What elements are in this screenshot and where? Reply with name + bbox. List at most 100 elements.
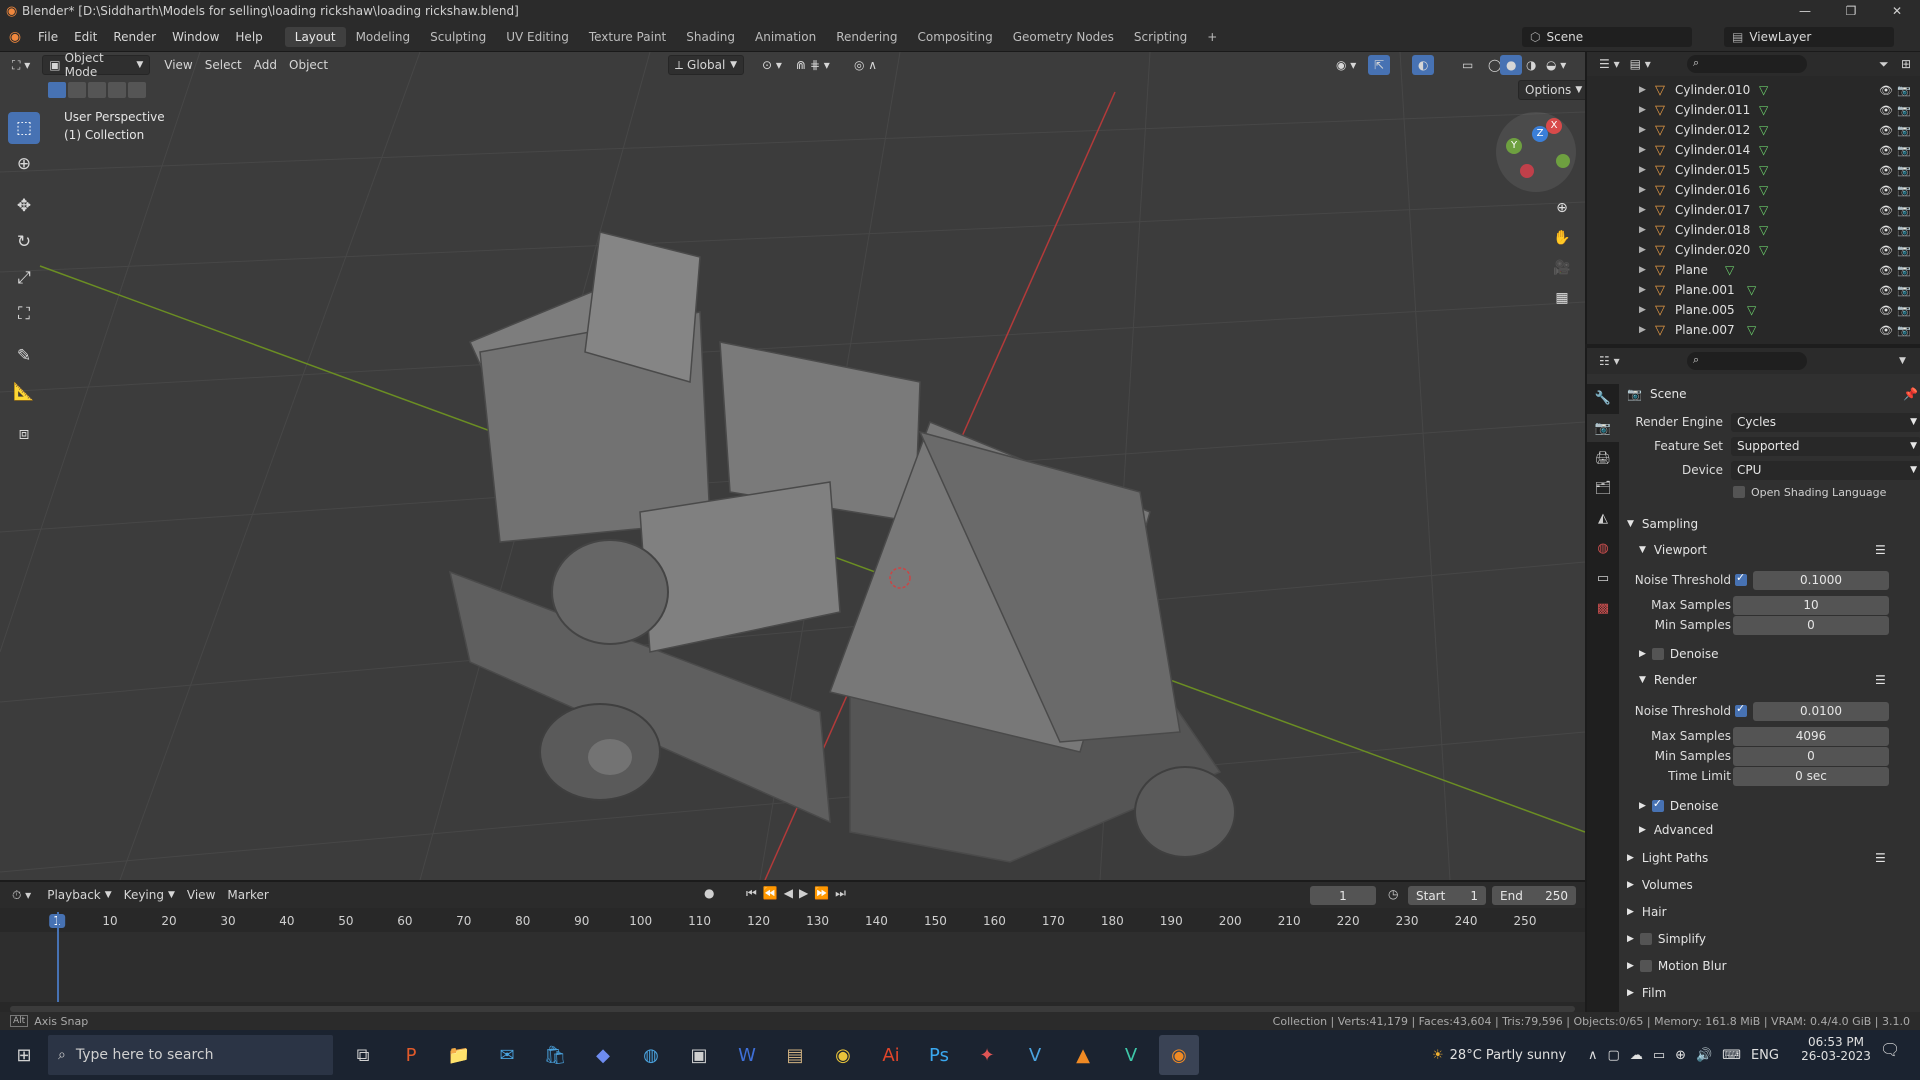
list-item[interactable]: ▶ ▽ Cylinder.015 ▽ 👁 📷 [1587,160,1920,180]
properties-search-input[interactable]: ⌕ [1687,352,1807,370]
tab-animation[interactable]: Animation [745,27,826,47]
vp-noise-checkbox[interactable] [1735,571,1747,586]
timeline-editor[interactable]: ⏱ ▾ Playback ▼ Keying ▼ View Marker ● ⏮⏪◀▶… [0,880,1585,1012]
3d-viewport[interactable]: ⛶ ▾ ▣ Object Mode ▼ View Select Add Obje… [0,52,1585,880]
tab-modeling[interactable]: Modeling [346,27,421,47]
eye-icon[interactable]: 👁 [1879,144,1893,157]
menu-add[interactable]: Add [248,55,283,75]
world-tab[interactable]: ◍ [1587,534,1619,562]
tab-shading[interactable]: Shading [676,27,745,47]
menu-help[interactable]: Help [227,30,270,44]
presets-list-icon[interactable]: ☰ [1875,543,1886,557]
r-min-field[interactable]: 0 [1733,746,1889,766]
illustrator-icon[interactable]: Ai [871,1035,911,1075]
chevron-right-icon[interactable]: ▶ [1639,205,1646,215]
close-button[interactable]: ✕ [1874,0,1920,22]
xray-toggle[interactable]: ▭ [1456,55,1479,75]
menu-playback[interactable]: Playback ▼ [41,885,117,905]
navigation-gizmo[interactable]: Z Y X [1496,112,1576,192]
filter-icon[interactable]: ⏷ [1879,57,1889,72]
osl-checkbox[interactable] [1733,486,1745,498]
eye-icon[interactable]: 👁 [1879,304,1893,317]
pivot-point-button[interactable]: ⊙ ▾ [756,55,788,75]
add-cube-tool[interactable]: ⧈ [8,418,40,450]
gizmo-toggle[interactable]: ⇱ [1368,55,1391,75]
list-item[interactable]: ▶ ▽ Plane ▽ 👁 📷 [1587,260,1920,280]
options-button[interactable]: Options ▼ [1518,80,1585,100]
vp-denoise-subpanel[interactable]: ▶ Denoise [1635,642,1919,666]
object-mode-dropdown[interactable]: ▣ Object Mode ▼ [42,52,151,79]
blender-menu-icon[interactable]: ◉ [0,29,30,45]
presets-list-icon[interactable]: ☰ [1875,673,1886,687]
gizmo-y-axis[interactable]: Y [1506,138,1522,154]
tab-layout[interactable]: Layout [284,26,346,47]
menu-file[interactable]: File [30,30,66,44]
tab-compositing[interactable]: Compositing [907,27,1002,47]
render-camera-icon[interactable]: 📷 [1897,164,1911,177]
gizmo-neg-y-axis[interactable] [1556,154,1570,168]
maximize-button[interactable]: ❐ [1828,0,1874,22]
volume-icon[interactable]: 🔊 [1696,1048,1712,1063]
menu-render[interactable]: Render [105,30,164,44]
texture-tab[interactable]: ▩ [1587,594,1619,622]
vp-min-field[interactable]: 0 [1733,615,1889,635]
tab-geometry-nodes[interactable]: Geometry Nodes [1003,27,1124,47]
r-max-field[interactable]: 4096 [1733,726,1889,746]
weather-widget[interactable]: ☀ 28°C Partly sunny [1432,1030,1566,1080]
app-v-icon[interactable]: V [1111,1035,1151,1075]
zoom-icon[interactable]: ⊕ [1548,194,1576,222]
outliner-editor-icon[interactable]: ☰ ▾ [1599,57,1620,71]
vp-max-field[interactable]: 10 [1733,595,1889,615]
vp-denoise-checkbox[interactable] [1651,648,1664,660]
r-time-field[interactable]: 0 sec [1733,766,1889,786]
display-mode-icon[interactable]: ▤ ▾ [1630,57,1651,71]
language-indicator[interactable]: ENG [1751,1048,1779,1063]
film-panel[interactable]: ▶ Film [1623,981,1919,1005]
chevron-right-icon[interactable]: ▶ [1639,305,1646,315]
eye-icon[interactable]: 👁 [1879,224,1893,237]
playhead-line[interactable] [57,912,59,1002]
app-stack-icon[interactable]: ▤ [775,1035,815,1075]
r-denoise-subpanel[interactable]: ▶ Denoise [1635,794,1919,818]
word-icon[interactable]: W [727,1035,767,1075]
cursor-tool[interactable]: ⊕ [8,148,40,180]
file-explorer-icon[interactable]: 📁 [439,1035,479,1075]
list-item[interactable]: ▶ ▽ Plane.005 ▽ 👁 📷 [1587,300,1920,320]
overlays-toggle[interactable]: ◐ [1412,55,1435,75]
properties-editor-icon[interactable]: ☷ ▾ [1599,354,1620,368]
chevron-right-icon[interactable]: ▶ [1639,105,1646,115]
render-tab[interactable]: 📷 [1587,414,1619,442]
camera-view-icon[interactable]: 🎥 [1548,254,1576,282]
eye-icon[interactable]: 👁 [1879,84,1893,97]
chevron-right-icon[interactable]: ▶ [1639,225,1646,235]
motion-blur-panel[interactable]: ▶ Motion Blur [1623,954,1919,978]
tab-sculpting[interactable]: Sculpting [420,27,496,47]
view-layer-tab[interactable]: 🗂 [1587,474,1619,502]
light-paths-panel[interactable]: ▶ Light Paths ☰ [1623,846,1919,870]
start-frame-field[interactable]: Start 1 [1408,886,1486,905]
eye-icon[interactable]: 👁 [1879,124,1893,137]
render-engine-dropdown[interactable]: Cycles ▼ [1731,412,1920,432]
list-item[interactable]: ▶ ▽ Plane.001 ▽ 👁 📷 [1587,280,1920,300]
tool-tab[interactable]: 🔧 [1587,384,1619,412]
simplify-panel[interactable]: ▶ Simplify [1623,927,1919,951]
list-item[interactable]: ▶ ▽ Cylinder.012 ▽ 👁 📷 [1587,120,1920,140]
blender-taskbar-icon[interactable]: ◉ [1159,1035,1199,1075]
new-collection-icon[interactable]: ⊞ [1901,57,1911,71]
r-noise-checkbox[interactable] [1735,702,1747,717]
render-camera-icon[interactable]: 📷 [1897,124,1911,137]
frame-ruler[interactable]: 1102030405060708090100110120130140150160… [0,912,1585,932]
chevron-right-icon[interactable]: ▶ [1639,265,1646,275]
timeline-editor-icon[interactable]: ⏱ ▾ [12,888,31,903]
move-tool[interactable]: ✥ [8,190,40,222]
notification-icon[interactable]: 🗨 [1880,1040,1900,1059]
eye-icon[interactable]: 👁 [1879,164,1893,177]
render-camera-icon[interactable]: 📷 [1897,264,1911,277]
render-camera-icon[interactable]: 📷 [1897,324,1911,337]
transform-orientation-dropdown[interactable]: ⟂ Global ▼ [668,55,744,75]
scale-tool[interactable]: ⤢ [8,262,40,294]
tab-scripting[interactable]: Scripting [1124,27,1197,47]
app-icon[interactable]: ◆ [583,1035,623,1075]
add-workspace-button[interactable]: + [1197,27,1227,47]
render-camera-icon[interactable]: 📷 [1897,104,1911,117]
